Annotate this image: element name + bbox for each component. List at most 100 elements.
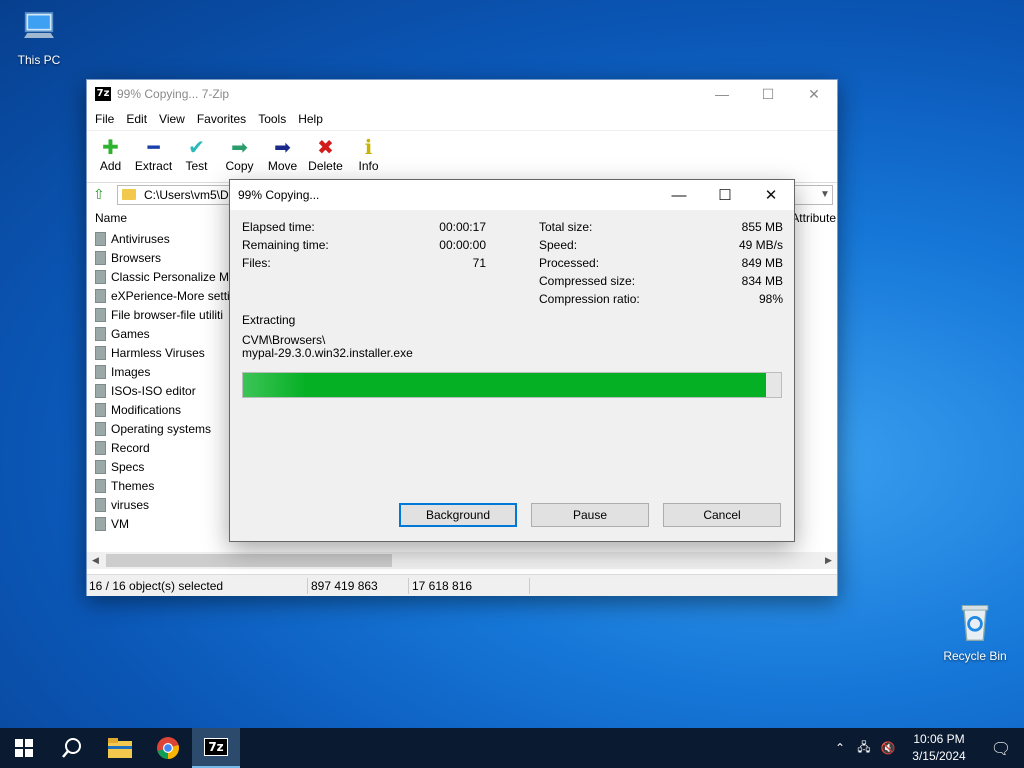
folder-icon: [122, 189, 136, 200]
status-packed: 17 618 816: [412, 578, 473, 593]
add-button[interactable]: ✚ Add: [89, 135, 132, 173]
title-bar[interactable]: 7z 99% Copying... 7-Zip — ☐ ✕: [87, 80, 837, 108]
chevron-up-icon[interactable]: ⌃: [828, 741, 852, 755]
test-button[interactable]: ✔ Test: [175, 135, 218, 173]
column-name[interactable]: Name: [95, 211, 127, 225]
file-name: eXPerience-More settin: [111, 288, 237, 303]
close-button[interactable]: ✕: [748, 180, 794, 210]
compressed-size-value: 834 MB: [741, 274, 783, 288]
file-name: Operating systems: [111, 421, 212, 436]
search-button[interactable]: [48, 728, 96, 768]
file-explorer-button[interactable]: [96, 728, 144, 768]
search-icon: [62, 738, 81, 758]
up-folder-icon[interactable]: ⇧: [93, 187, 111, 203]
background-button[interactable]: Background: [399, 503, 517, 527]
network-icon[interactable]: 🖧: [852, 738, 876, 759]
clock-time: 10:06 PM: [913, 732, 965, 746]
menu-view[interactable]: View: [153, 112, 191, 126]
volume-muted-icon[interactable]: 🔇: [876, 741, 900, 755]
speed-value: 49 MB/s: [738, 238, 783, 252]
recycle-bin-icon: [961, 605, 989, 642]
stat-label: Compression ratio:: [539, 292, 640, 306]
dialog-title: 99% Copying...: [238, 188, 320, 202]
file-name: VM: [111, 516, 129, 531]
horizontal-scrollbar[interactable]: ◀ ▶: [87, 552, 837, 569]
add-icon: ✚: [102, 135, 119, 159]
minimize-button[interactable]: —: [656, 180, 702, 210]
menu-file[interactable]: File: [89, 112, 120, 126]
info-button[interactable]: ℹ Info: [347, 135, 390, 173]
clock[interactable]: 10:06 PM 3/15/2024: [900, 731, 978, 765]
system-tray: ⌃ 🖧 🔇 10:06 PM 3/15/2024 🗨: [828, 728, 1024, 768]
folder-icon: [95, 421, 106, 436]
folder-icon: [95, 383, 106, 398]
file-explorer-icon: [108, 738, 132, 758]
folder-icon: [95, 326, 106, 341]
taskbar: 7z ⌃ 🖧 🔇 10:06 PM 3/15/2024 🗨: [0, 728, 1024, 768]
file-name: Games: [111, 326, 150, 341]
menu-bar: File Edit View Favorites Tools Help: [87, 108, 837, 130]
folder-icon: [95, 269, 106, 284]
action-label: Extracting: [242, 313, 296, 327]
file-name: Images: [111, 364, 151, 379]
file-name: Harmless Viruses: [111, 345, 205, 360]
total-size-value: 855 MB: [741, 220, 783, 234]
chevron-down-icon[interactable]: ▼: [818, 189, 832, 200]
file-name: Specs: [111, 459, 145, 474]
scroll-left-icon[interactable]: ◀: [87, 555, 104, 566]
extract-button[interactable]: ━ Extract: [132, 135, 175, 173]
address-text: C:\Users\vm5\De: [144, 187, 236, 202]
scroll-thumb[interactable]: [106, 554, 392, 567]
dialog-title-bar[interactable]: 99% Copying... — ☐ ✕: [230, 180, 794, 210]
progress-bar: [242, 372, 782, 398]
notification-icon[interactable]: 🗨: [978, 739, 1024, 758]
menu-edit[interactable]: Edit: [120, 112, 153, 126]
file-name: Classic Personalize Me: [111, 269, 236, 284]
stat-label: Files:: [242, 256, 271, 270]
start-button[interactable]: [0, 728, 48, 768]
cancel-button[interactable]: Cancel: [663, 503, 781, 527]
column-attributes[interactable]: Attribute: [791, 211, 837, 225]
remaining-time-value: 00:00:00: [439, 238, 486, 252]
toolbar-label: Copy: [225, 159, 254, 173]
file-name: Modifications: [111, 402, 182, 417]
move-icon: ➡: [274, 135, 291, 159]
menu-help[interactable]: Help: [292, 112, 329, 126]
toolbar-label: Move: [267, 159, 298, 173]
desktop-icon-recycle-bin[interactable]: Recycle Bin: [938, 600, 1012, 663]
chrome-button[interactable]: [144, 728, 192, 768]
minimize-button[interactable]: —: [699, 80, 745, 108]
extract-icon: ━: [147, 135, 160, 159]
folder-icon: [95, 345, 106, 360]
desktop-icon-this-pc[interactable]: This PC: [2, 8, 76, 67]
maximize-button[interactable]: ☐: [702, 180, 748, 210]
copy-icon: ➡: [231, 135, 248, 159]
copy-button[interactable]: ➡ Copy: [218, 135, 261, 173]
7zip-taskbar-button[interactable]: 7z: [192, 728, 240, 768]
copy-progress-dialog: 99% Copying... — ☐ ✕ Elapsed time: 00:00:…: [229, 179, 795, 542]
folder-icon: [95, 231, 106, 246]
compression-ratio-value: 98%: [758, 292, 783, 306]
move-button[interactable]: ➡ Move: [261, 135, 304, 173]
file-name: Browsers: [111, 250, 162, 265]
desktop-icon-label: Recycle Bin: [943, 649, 1007, 663]
chrome-icon: [157, 737, 179, 759]
folder-icon: [95, 497, 106, 512]
maximize-button[interactable]: ☐: [745, 80, 791, 108]
file-name: ISOs-ISO editor: [111, 383, 196, 398]
menu-favorites[interactable]: Favorites: [191, 112, 252, 126]
stat-label: Elapsed time:: [242, 220, 315, 234]
folder-icon: [95, 440, 106, 455]
menu-tools[interactable]: Tools: [252, 112, 292, 126]
delete-button[interactable]: ✖ Delete: [304, 135, 347, 173]
pause-button[interactable]: Pause: [531, 503, 649, 527]
stat-label: Speed:: [539, 238, 578, 252]
file-name: Antiviruses: [111, 231, 170, 246]
status-selection: 16 / 16 object(s) selected: [89, 578, 224, 593]
folder-icon: [95, 307, 106, 322]
toolbar-label: Info: [358, 159, 379, 173]
scroll-right-icon[interactable]: ▶: [820, 555, 837, 566]
elapsed-time-value: 00:00:17: [439, 220, 486, 234]
file-name: Themes: [111, 478, 155, 493]
close-button[interactable]: ✕: [791, 80, 837, 108]
